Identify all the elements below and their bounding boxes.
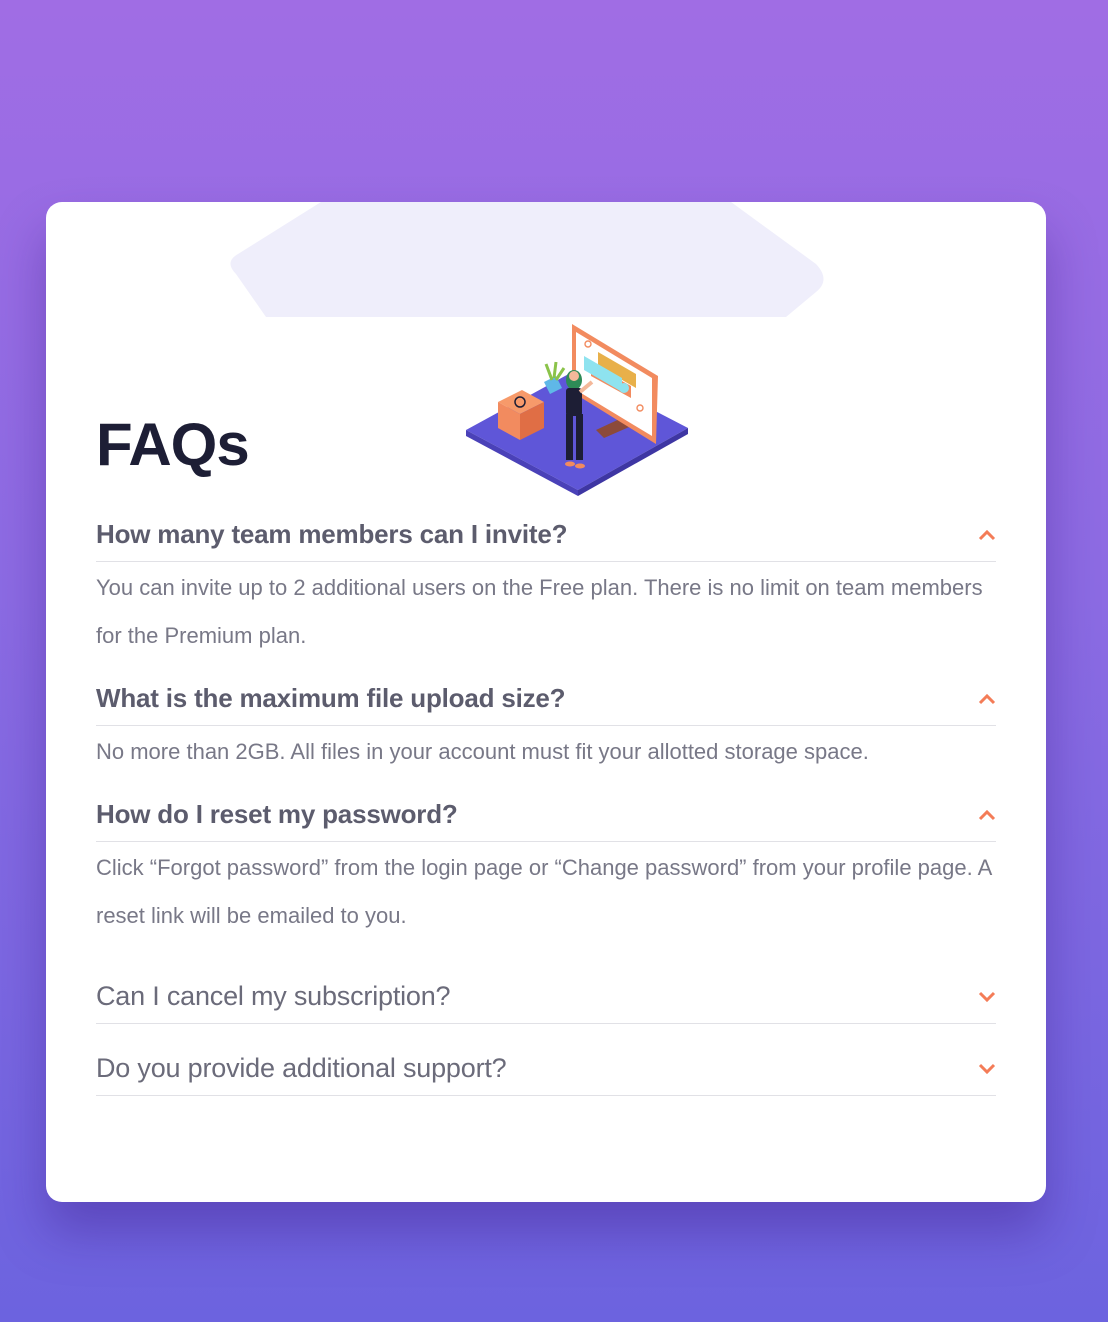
chevron-down-icon[interactable] [976, 1058, 998, 1080]
faq-item: Can I cancel my subscription? [96, 952, 996, 1024]
chevron-down-icon[interactable] [976, 986, 998, 1008]
faq-question-toggle[interactable]: How many team members can I invite? [96, 508, 996, 562]
chevron-up-icon[interactable] [976, 688, 998, 710]
hexagon-background-shape [230, 202, 824, 317]
faq-question-toggle[interactable]: How do I reset my password? [96, 788, 996, 842]
faq-item: How many team members can I invite? You … [96, 508, 996, 672]
page-title: FAQs [96, 411, 250, 478]
faq-question-text: What is the maximum file upload size? [96, 683, 566, 713]
faq-accordion: How many team members can I invite? You … [96, 508, 996, 1096]
faq-question-text: How many team members can I invite? [96, 519, 568, 549]
faq-answer-text: You can invite up to 2 additional users … [96, 575, 983, 648]
page-background: { "page": { "title": "FAQs" }, "colors":… [0, 0, 1108, 1322]
chevron-up-icon[interactable] [976, 524, 998, 546]
faq-answer-text: No more than 2GB. All files in your acco… [96, 739, 869, 764]
chevron-up-icon[interactable] [976, 804, 998, 826]
faq-question-text: Can I cancel my subscription? [96, 981, 451, 1011]
faq-answer-text: Click “Forgot password” from the login p… [96, 855, 992, 928]
faq-question-text: Do you provide additional support? [96, 1053, 507, 1083]
faq-question-toggle[interactable]: What is the maximum file upload size? [96, 672, 996, 726]
faq-question-toggle[interactable]: Do you provide additional support? [96, 1024, 996, 1096]
faq-item: What is the maximum file upload size? No… [96, 672, 996, 788]
woman-at-computer-illustration [466, 324, 688, 496]
faq-question-text: How do I reset my password? [96, 799, 458, 829]
faq-item: How do I reset my password? Click “Forgo… [96, 788, 996, 952]
faq-item: Do you provide additional support? [96, 1024, 996, 1096]
faq-question-toggle[interactable]: Can I cancel my subscription? [96, 952, 996, 1024]
